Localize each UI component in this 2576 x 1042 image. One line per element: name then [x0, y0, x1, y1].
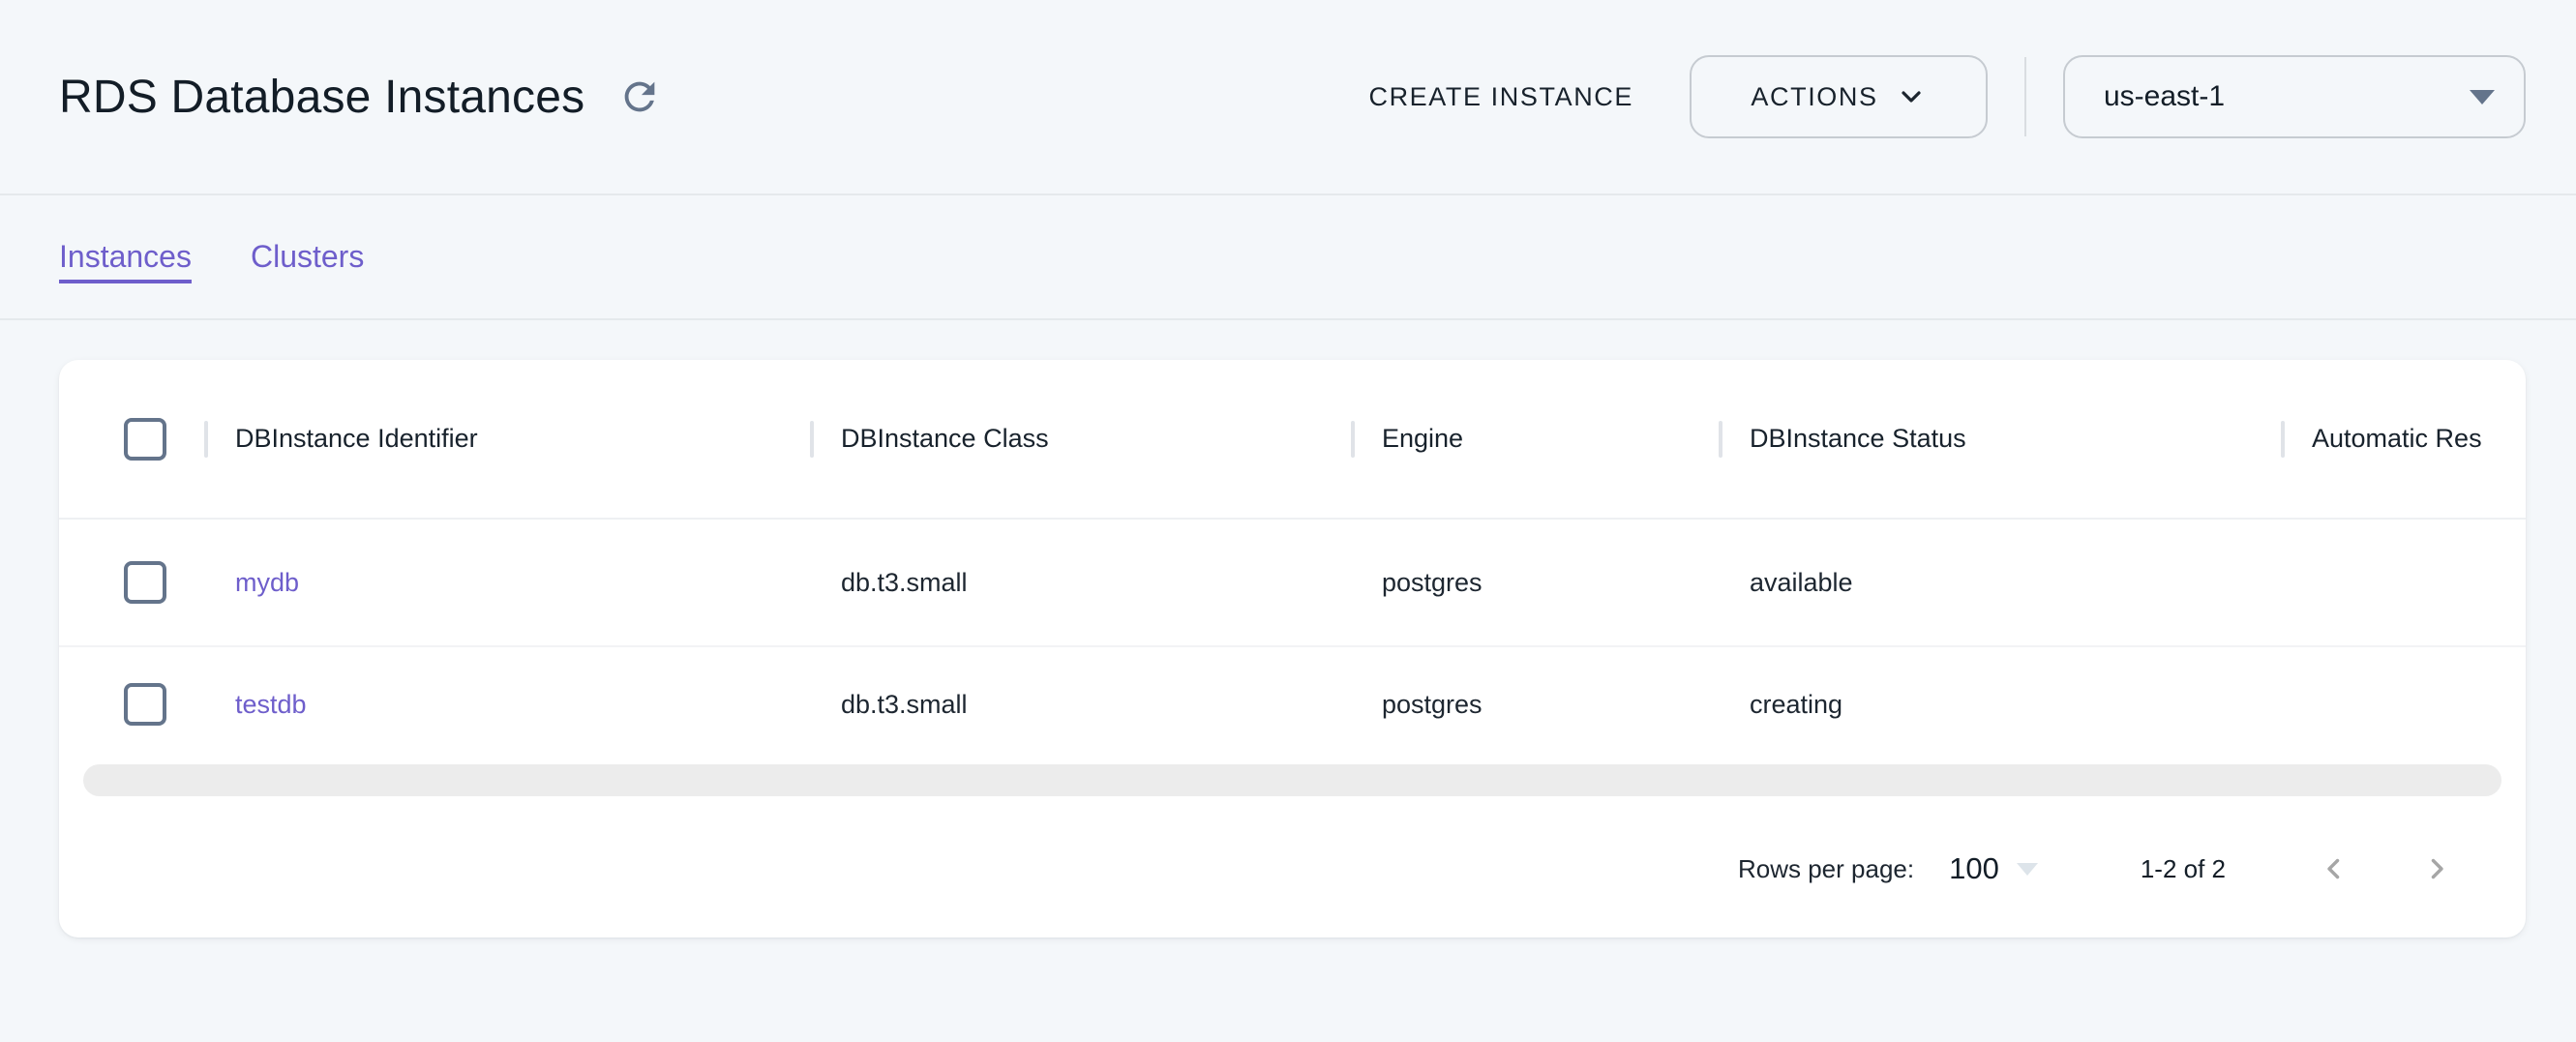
column-header-engine[interactable]: Engine — [1351, 360, 1719, 518]
cell-engine: postgres — [1351, 647, 1719, 761]
refresh-button[interactable] — [617, 74, 662, 119]
cell-status: available — [1719, 520, 2281, 645]
cell-automatic-res — [2281, 520, 2526, 645]
table-header-row: DBInstance Identifier DBInstance Class E… — [59, 360, 2526, 520]
main-content: DBInstance Identifier DBInstance Class E… — [0, 360, 2576, 938]
cell-automatic-res — [2281, 647, 2526, 761]
header-vertical-divider — [2024, 57, 2026, 136]
actions-button-label: ACTIONS — [1751, 82, 1877, 112]
region-select-value: us-east-1 — [2104, 80, 2225, 113]
chevron-right-icon — [2420, 852, 2453, 885]
cell-db-class: db.t3.small — [810, 520, 1351, 645]
rows-per-page-select[interactable]: 100 — [1949, 851, 2038, 886]
refresh-icon — [617, 74, 662, 119]
tab-clusters[interactable]: Clusters — [251, 239, 364, 275]
row-select-cell — [59, 520, 204, 645]
instance-link-testdb[interactable]: testdb — [235, 690, 307, 720]
region-select[interactable]: us-east-1 — [2063, 55, 2526, 138]
pagination-range: 1-2 of 2 — [2141, 854, 2226, 884]
actions-button[interactable]: ACTIONS — [1690, 55, 1988, 138]
create-instance-button[interactable]: CREATE INSTANCE — [1368, 82, 1633, 112]
rows-per-page-label: Rows per page: — [1738, 854, 1914, 884]
instance-link-mydb[interactable]: mydb — [235, 568, 299, 598]
instances-table-card: DBInstance Identifier DBInstance Class E… — [59, 360, 2526, 938]
pagination-bar: Rows per page: 100 1-2 of 2 — [59, 796, 2526, 938]
row-checkbox[interactable] — [124, 561, 166, 604]
select-all-checkbox[interactable] — [124, 418, 166, 461]
previous-page-button[interactable] — [2311, 846, 2357, 892]
cell-identifier: mydb — [204, 520, 810, 645]
tab-instances[interactable]: Instances — [59, 239, 192, 275]
table-row: testdb db.t3.small postgres creating — [59, 647, 2526, 761]
horizontal-scrollbar[interactable] — [83, 764, 2501, 796]
cell-status: creating — [1719, 647, 2281, 761]
cell-engine: postgres — [1351, 520, 1719, 645]
table-row: mydb db.t3.small postgres available — [59, 520, 2526, 647]
row-select-cell — [59, 647, 204, 761]
chevron-down-icon — [1896, 81, 1927, 112]
row-checkbox[interactable] — [124, 683, 166, 726]
page-header: RDS Database Instances CREATE INSTANCE A… — [0, 0, 2576, 195]
rows-per-page-value: 100 — [1949, 851, 1999, 886]
cell-identifier: testdb — [204, 647, 810, 761]
chevron-left-icon — [2318, 852, 2351, 885]
select-all-cell — [59, 360, 204, 518]
next-page-button[interactable] — [2413, 846, 2460, 892]
page-title: RDS Database Instances — [59, 71, 584, 124]
tab-bar: Instances Clusters — [0, 195, 2576, 320]
caret-down-icon — [2470, 90, 2495, 104]
column-header-dbinstance-status[interactable]: DBInstance Status — [1719, 360, 2281, 518]
caret-down-icon — [2017, 863, 2038, 876]
cell-db-class: db.t3.small — [810, 647, 1351, 761]
column-header-dbinstance-class[interactable]: DBInstance Class — [810, 360, 1351, 518]
column-header-automatic-res[interactable]: Automatic Res — [2281, 360, 2526, 518]
column-header-dbinstance-identifier[interactable]: DBInstance Identifier — [204, 360, 810, 518]
